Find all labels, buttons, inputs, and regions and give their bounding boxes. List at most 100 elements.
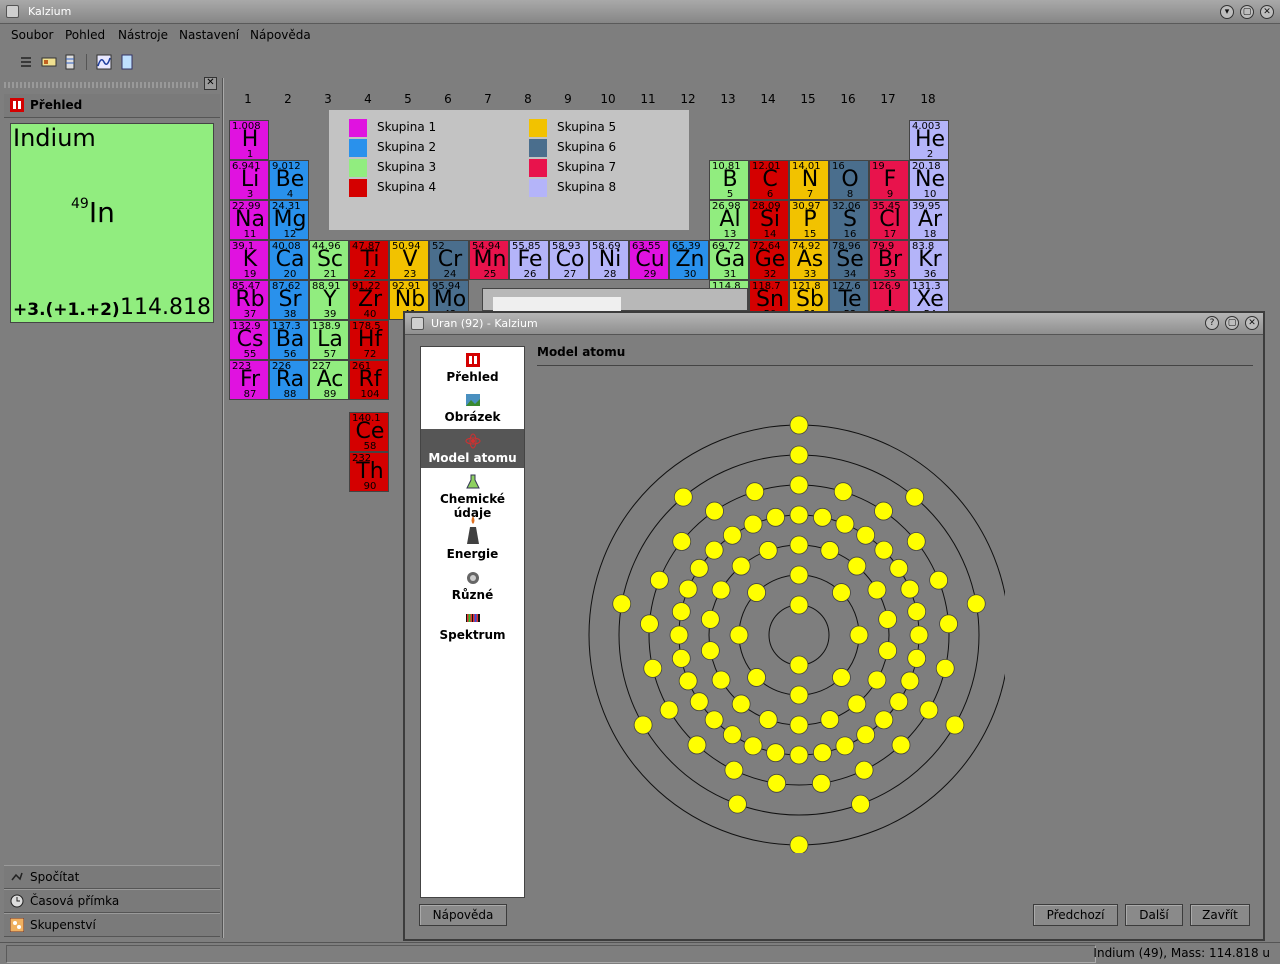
- nav-model-atomu[interactable]: Model atomu: [421, 429, 524, 468]
- tab-prehled[interactable]: Přehled: [4, 94, 220, 118]
- element-cell-as[interactable]: 74.92 As 33: [789, 240, 829, 280]
- group-number: 2: [284, 92, 292, 106]
- element-cell-fr[interactable]: 223 Fr 87: [229, 360, 269, 400]
- help-button[interactable]: Nápověda: [419, 904, 507, 926]
- sidebar-grip[interactable]: [4, 82, 200, 88]
- previous-button[interactable]: Předchozí: [1033, 904, 1118, 926]
- element-cell-ni[interactable]: 58.69 Ni 28: [589, 240, 629, 280]
- element-cell-v[interactable]: 50.94 V 23: [389, 240, 429, 280]
- menu-napoveda[interactable]: Nápověda: [250, 28, 311, 42]
- element-cell-zr[interactable]: 91.22 Zr 40: [349, 280, 389, 320]
- close-button[interactable]: Zavřít: [1190, 904, 1250, 926]
- element-number-label: 33: [803, 269, 817, 280]
- element-cell-f[interactable]: 19 F 9: [869, 160, 909, 200]
- dialog-titlebar[interactable]: Uran (92) - Kalzium ? ▢ ✕: [405, 313, 1263, 335]
- nav-chemicke-udaje[interactable]: Chemické údaje: [421, 474, 524, 520]
- menubar: Soubor Pohled Nástroje Nastavení Nápověd…: [0, 25, 1280, 47]
- table-icon[interactable]: [62, 54, 78, 70]
- nav-obrazek[interactable]: Obrázek: [421, 392, 524, 424]
- element-cell-na[interactable]: 22.99 Na 11: [229, 200, 269, 240]
- element-cell-sc[interactable]: 44.96 Sc 21: [309, 240, 349, 280]
- menu-soubor[interactable]: Soubor: [11, 28, 53, 42]
- dialog-maximize-icon[interactable]: ▢: [1225, 316, 1239, 330]
- element-cell-ac[interactable]: 227 Ac 89: [309, 360, 349, 400]
- element-cell-mg[interactable]: 24.31 Mg 12: [269, 200, 309, 240]
- element-cell-se[interactable]: 78.96 Se 34: [829, 240, 869, 280]
- element-cell-ne[interactable]: 20.18 Ne 10: [909, 160, 949, 200]
- element-cell-c[interactable]: 12.01 C 6: [749, 160, 789, 200]
- legend-label: Skupina 5: [557, 120, 617, 134]
- element-cell-o[interactable]: 16 O 8: [829, 160, 869, 200]
- nav-spektrum[interactable]: Spektrum: [421, 610, 524, 642]
- tab-spocitat[interactable]: Spočítat: [4, 865, 220, 889]
- help-icon[interactable]: ?: [1205, 316, 1219, 330]
- element-cell-ti[interactable]: 47.87 Ti 22: [349, 240, 389, 280]
- legend-swatch: [349, 119, 367, 137]
- element-cell-zn[interactable]: 65.39 Zn 30: [669, 240, 709, 280]
- element-number-label: 9: [886, 189, 894, 200]
- electron: [939, 614, 958, 634]
- element-mass: 114.818: [120, 295, 211, 320]
- element-cell-hf[interactable]: 178.5 Hf 72: [349, 320, 389, 360]
- element-cell-fe[interactable]: 55.85 Fe 26: [509, 240, 549, 280]
- element-cell-la[interactable]: 138.9 La 57: [309, 320, 349, 360]
- element-cell-br[interactable]: 79.9 Br 35: [869, 240, 909, 280]
- element-cell-rb[interactable]: 85.47 Rb 37: [229, 280, 269, 320]
- element-cell-n[interactable]: 14.01 N 7: [789, 160, 829, 200]
- window-titlebar[interactable]: Kalzium ▾ ▢ ✕: [0, 0, 1280, 24]
- nav-ruzne[interactable]: Různé: [421, 570, 524, 602]
- element-number-label: 30: [683, 269, 697, 280]
- element-cell-he[interactable]: 4.003 He 2: [909, 120, 949, 160]
- element-cell-h[interactable]: 1.008 H 1: [229, 120, 269, 160]
- element-cell-cs[interactable]: 132.9 Cs 55: [229, 320, 269, 360]
- dialog-close-icon[interactable]: ✕: [1245, 316, 1259, 330]
- element-cell-ga[interactable]: 69.72 Ga 31: [709, 240, 749, 280]
- element-cell-al[interactable]: 26.98 Al 13: [709, 200, 749, 240]
- element-cell-ar[interactable]: 39.95 Ar 18: [909, 200, 949, 240]
- element-cell-ge[interactable]: 72.64 Ge 32: [749, 240, 789, 280]
- element-cell-p[interactable]: 30.97 P 15: [789, 200, 829, 240]
- element-name: Indium: [13, 124, 96, 152]
- menu-nastaveni[interactable]: Nastavení: [179, 28, 239, 42]
- list-icon[interactable]: [18, 54, 34, 70]
- card-icon[interactable]: [41, 54, 57, 70]
- menu-nastroje[interactable]: Nástroje: [118, 28, 168, 42]
- electron: [689, 558, 709, 578]
- element-cell-ca[interactable]: 40.08 Ca 20: [269, 240, 309, 280]
- element-cell-s[interactable]: 32.06 S 16: [829, 200, 869, 240]
- next-button[interactable]: Další: [1125, 904, 1183, 926]
- element-cell-y[interactable]: 88.91 Y 39: [309, 280, 349, 320]
- menu-pohled[interactable]: Pohled: [65, 28, 105, 42]
- tab-casova-primka[interactable]: Časová přímka: [4, 889, 220, 913]
- element-cell-sr[interactable]: 87.62 Sr 38: [269, 280, 309, 320]
- sidebar-splitter[interactable]: [222, 78, 224, 938]
- element-cell-rf[interactable]: 261 Rf 104: [349, 360, 389, 400]
- tab-skupenstvi[interactable]: Skupenství: [4, 913, 220, 937]
- electron: [909, 625, 929, 645]
- close-icon[interactable]: ✕: [1260, 5, 1274, 19]
- element-cell-kr[interactable]: 83.8 Kr 36: [909, 240, 949, 280]
- element-cell-be[interactable]: 9.012 Be 4: [269, 160, 309, 200]
- graph-icon[interactable]: [96, 54, 112, 70]
- element-cell-ba[interactable]: 137.3 Ba 56: [269, 320, 309, 360]
- maximize-icon[interactable]: ▢: [1240, 5, 1254, 19]
- element-cell-mn[interactable]: 54.94 Mn 25: [469, 240, 509, 280]
- shade-icon[interactable]: ▾: [1220, 5, 1234, 19]
- element-cell-li[interactable]: 6.941 Li 3: [229, 160, 269, 200]
- element-cell-k[interactable]: 39.1 K 19: [229, 240, 269, 280]
- element-cell-th[interactable]: 232 Th 90: [349, 452, 389, 492]
- element-cell-co[interactable]: 58.93 Co 27: [549, 240, 589, 280]
- page-icon[interactable]: [119, 54, 135, 70]
- element-cell-si[interactable]: 28.09 Si 14: [749, 200, 789, 240]
- dialog-app-icon[interactable]: [411, 317, 424, 330]
- nav-energie[interactable]: Energie: [421, 515, 524, 561]
- sidebar-close-icon[interactable]: ✕: [204, 77, 217, 90]
- app-icon[interactable]: [6, 5, 19, 18]
- nav-prehled[interactable]: Přehled: [421, 352, 524, 384]
- element-cell-cu[interactable]: 63.55 Cu 29: [629, 240, 669, 280]
- element-cell-cr[interactable]: 52 Cr 24: [429, 240, 469, 280]
- element-cell-cl[interactable]: 35.45 Cl 17: [869, 200, 909, 240]
- element-cell-ce[interactable]: 140.1 Ce 58: [349, 412, 389, 452]
- element-cell-b[interactable]: 10.81 B 5: [709, 160, 749, 200]
- element-cell-ra[interactable]: 226 Ra 88: [269, 360, 309, 400]
